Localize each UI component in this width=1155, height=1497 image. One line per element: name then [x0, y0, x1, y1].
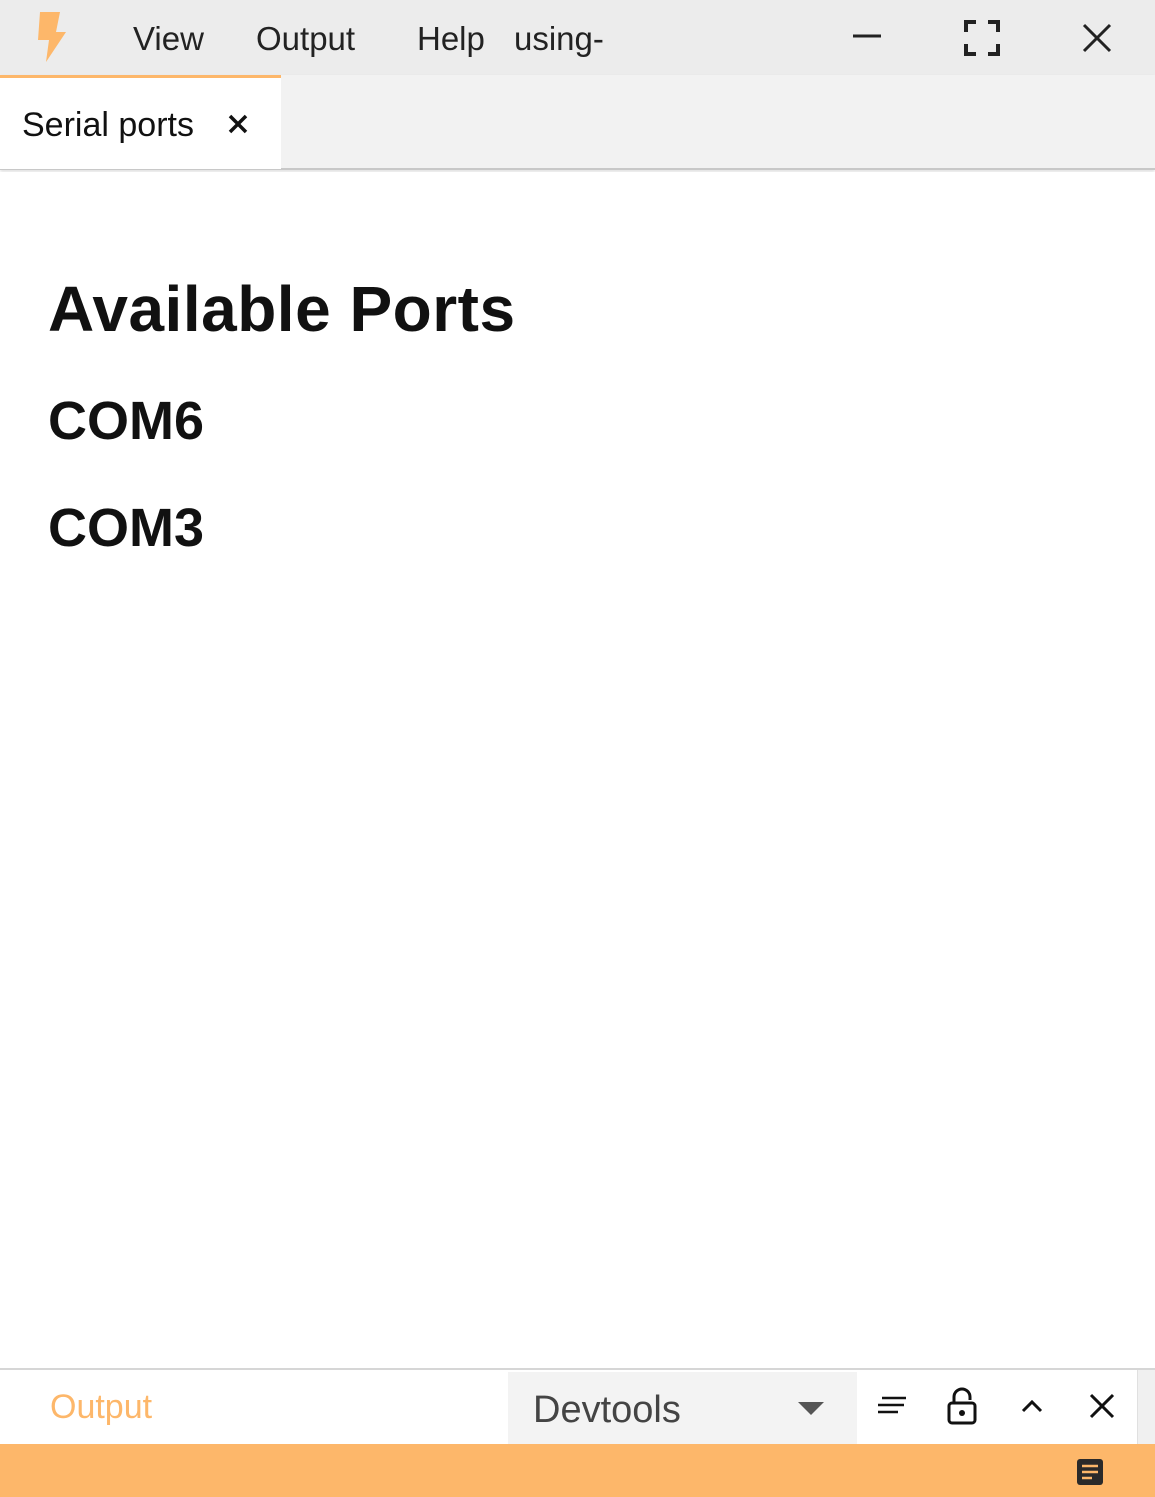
- chevron-down-icon: [798, 1402, 824, 1415]
- menu-view[interactable]: View: [133, 0, 204, 75]
- menu-output[interactable]: Output: [256, 0, 355, 75]
- bottom-panel: Output Devtools: [0, 1368, 1155, 1444]
- maximize-panel-button[interactable]: [1004, 1378, 1060, 1434]
- fullscreen-button[interactable]: [942, 0, 1022, 75]
- scroll-lock-button[interactable]: [934, 1378, 990, 1434]
- title-bar: View Output Help using-: [0, 0, 1155, 75]
- port-item: COM6: [48, 391, 205, 451]
- window-title: using-: [514, 20, 604, 57]
- chevron-up-icon: [1021, 1399, 1043, 1413]
- clear-output-button[interactable]: [864, 1378, 920, 1434]
- page-title: Available Ports: [48, 273, 516, 345]
- tab-output[interactable]: Output: [50, 1370, 152, 1444]
- minimize-button[interactable]: [827, 0, 907, 75]
- tab-label: Serial ports: [22, 106, 194, 144]
- main-content: Available Ports COM6 COM3: [0, 172, 1155, 1368]
- close-icon: [1089, 1393, 1115, 1419]
- status-bar: [0, 1444, 1155, 1497]
- menu-help[interactable]: Help: [417, 0, 485, 75]
- clear-lines-icon: [878, 1396, 906, 1414]
- port-item: COM3: [48, 498, 205, 558]
- minimize-icon: [853, 34, 881, 37]
- tab-close-button[interactable]: [222, 108, 254, 140]
- select-value: Devtools: [533, 1389, 681, 1431]
- output-channel-select[interactable]: Devtools: [508, 1372, 857, 1444]
- notes-icon[interactable]: [1076, 1458, 1104, 1486]
- lock-open-icon: [947, 1387, 977, 1425]
- close-icon: [1082, 23, 1112, 52]
- close-window-button[interactable]: [1057, 0, 1137, 75]
- tab-strip: Serial ports: [0, 75, 1155, 170]
- tab-serial-ports[interactable]: Serial ports: [0, 75, 281, 169]
- close-icon: [228, 114, 248, 134]
- close-panel-button[interactable]: [1074, 1378, 1130, 1434]
- fullscreen-icon: [964, 19, 1000, 56]
- panel-scrollbar[interactable]: [1137, 1370, 1155, 1444]
- lightning-bolt-icon: [38, 12, 66, 62]
